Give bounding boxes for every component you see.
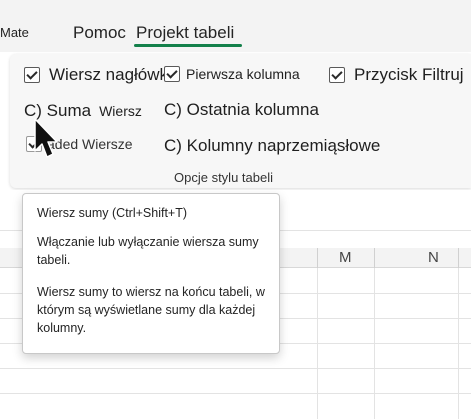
first-column-option[interactable]: Pierwsza kolumna — [164, 66, 300, 82]
total-row-hover-text: Wiersz — [99, 103, 142, 119]
table-style-options-panel: Wiersz nagłówka Pierwsza kolumna Przycis… — [10, 54, 471, 188]
last-column-label: C) Ostatnia kolumna — [164, 100, 319, 119]
grid-line — [0, 368, 471, 369]
grid-line — [0, 393, 471, 394]
tab-formulas-partial[interactable]: Mate — [0, 25, 29, 40]
active-tab-indicator — [134, 44, 242, 47]
last-column-option[interactable]: C) Ostatnia kolumna — [164, 100, 319, 120]
group-label-table-style-options: Opcje stylu tabeli — [174, 170, 273, 185]
column-separator — [317, 248, 318, 268]
tooltip-title: Wiersz sumy (Ctrl+Shift+T) — [37, 206, 188, 220]
total-row-tooltip: Wiersz sumy (Ctrl+Shift+T) Włączanie lub… — [22, 193, 280, 354]
tooltip-details: Wiersz sumy to wiersz na końcu tabeli, w… — [37, 285, 265, 335]
tab-help[interactable]: Pomoc — [73, 23, 126, 43]
column-header-m[interactable]: M — [339, 249, 352, 266]
grid-line — [374, 268, 375, 419]
banded-columns-option[interactable]: C) Kolumny naprzemiąsłowe — [164, 136, 380, 156]
tab-table-design[interactable]: Projekt tabeli — [136, 23, 234, 43]
column-separator — [374, 248, 375, 268]
filter-button-option[interactable]: Przycisk Filtruj — [329, 65, 464, 85]
column-separator — [458, 248, 459, 268]
grid-line — [458, 268, 459, 419]
banded-rows-label: aded Wiersze — [47, 136, 133, 152]
column-header-n[interactable]: N — [428, 249, 439, 266]
first-column-label: Pierwsza kolumna — [186, 66, 300, 82]
filter-button-label: Przycisk Filtruj — [354, 65, 464, 84]
first-column-checkbox[interactable] — [164, 66, 180, 82]
ribbon-tab-bar: Mate Pomoc Projekt tabeli — [0, 0, 471, 52]
mouse-pointer-icon — [34, 118, 58, 158]
filter-button-checkbox[interactable] — [329, 67, 345, 83]
header-row-label: Wiersz nagłówka — [49, 65, 178, 84]
banded-columns-label: C) Kolumny naprzemiąsłowe — [164, 136, 381, 155]
header-row-checkbox[interactable] — [24, 67, 40, 83]
grid-line — [317, 268, 318, 419]
header-row-option[interactable]: Wiersz nagłówka — [24, 65, 178, 85]
tooltip-description: Włączanie lub wyłączanie wiersza sumy ta… — [37, 235, 259, 267]
